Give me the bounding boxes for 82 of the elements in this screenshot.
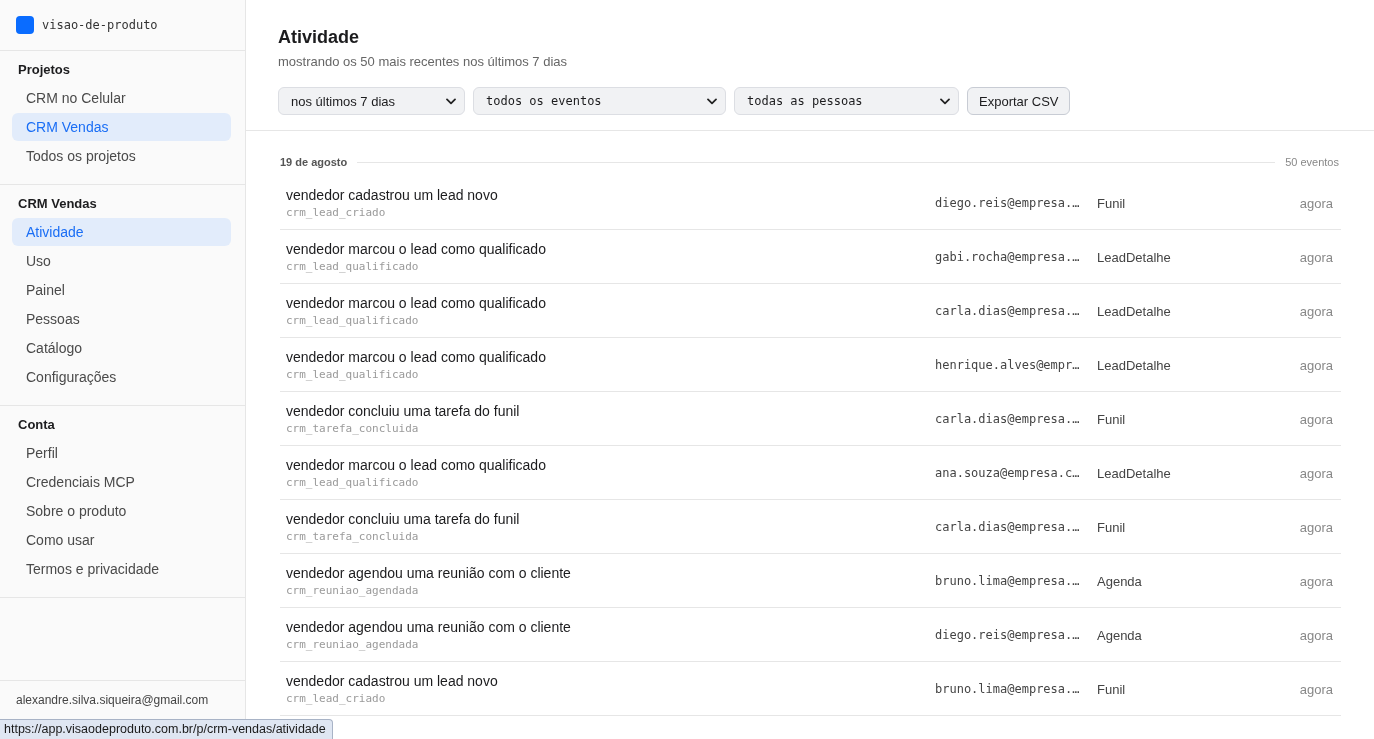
event-title: vendedor cadastrou um lead novo — [286, 186, 498, 204]
user-cell: gabi.rocha@empresa.… — [935, 250, 1080, 264]
event-title: vendedor agendou uma reunião com o cliente — [286, 618, 571, 636]
event-title: vendedor marcou o lead como qualificado — [286, 294, 546, 312]
nav-item[interactable]: Termos e privacidade — [12, 555, 231, 583]
logo-icon — [16, 16, 34, 34]
event-count: 50 eventos — [1285, 156, 1339, 168]
event-name: crm_lead_qualificado — [286, 314, 419, 328]
event-title: vendedor concluiu uma tarefa do funil — [286, 510, 520, 528]
nav-item[interactable]: Como usar — [12, 526, 231, 554]
project-name: visao-de-produto — [42, 17, 158, 33]
screen-cell: Agenda — [1097, 627, 1142, 643]
event-name: crm_reuniao_agendada — [286, 638, 419, 652]
nav-item[interactable]: Atividade — [12, 218, 231, 246]
user-cell: ana.souza@empresa.c… — [935, 466, 1080, 480]
nav-item[interactable]: Configurações — [12, 363, 231, 391]
filter-select[interactable]: todos os eventos — [473, 87, 726, 115]
filter-select[interactable]: todas as pessoas — [734, 87, 959, 115]
time-cell: agora — [1299, 573, 1333, 589]
event-name: crm_reuniao_agendada — [286, 584, 419, 598]
event-name: crm_lead_criado — [286, 206, 386, 220]
screen-cell: Funil — [1097, 195, 1126, 211]
user-cell: diego.reis@empresa.… — [935, 196, 1080, 210]
screen-cell: LeadDetalhe — [1097, 249, 1171, 265]
section-title: Conta — [17, 417, 55, 433]
nav-item[interactable]: Credenciais MCP — [12, 468, 231, 496]
time-cell: agora — [1299, 627, 1333, 643]
event-name: crm_tarefa_concluida — [286, 422, 419, 436]
nav-item[interactable]: Todos os projetos — [12, 142, 231, 170]
screen-cell: Funil — [1097, 519, 1126, 535]
event-title: vendedor agendou uma reunião com o cliente — [286, 564, 571, 582]
event-name: crm_lead_qualificado — [286, 260, 419, 274]
user-cell: henrique.alves@empr… — [935, 358, 1080, 372]
event-title: vendedor marcou o lead como qualificado — [286, 240, 546, 258]
time-cell: agora — [1299, 519, 1333, 535]
event-name: crm_lead_qualificado — [286, 476, 419, 490]
user-cell: diego.reis@empresa.… — [935, 628, 1080, 642]
link-url-tooltip: https://app.visaodeproduto.com.br/p/crm-vendas/atividade — [0, 719, 333, 739]
chevron-down-icon — [940, 97, 950, 105]
nav-item[interactable]: Uso — [12, 247, 231, 275]
event-name: crm_tarefa_concluida — [286, 530, 419, 544]
time-cell: agora — [1299, 195, 1333, 211]
event-name: crm_lead_qualificado — [286, 368, 419, 382]
chevron-down-icon — [707, 97, 717, 105]
screen-cell: LeadDetalhe — [1097, 303, 1171, 319]
user-cell: carla.dias@empresa.… — [935, 304, 1080, 318]
section-title: Projetos — [17, 62, 70, 78]
nav-item[interactable]: CRM no Celular — [12, 84, 231, 112]
section-title: CRM Vendas — [17, 196, 97, 212]
event-title: vendedor concluiu uma tarefa do funil — [286, 402, 520, 420]
time-cell: agora — [1299, 357, 1333, 373]
user-email: alexandre.silva.siqueira@gmail.com — [16, 692, 209, 708]
event-title: vendedor marcou o lead como qualificado — [286, 456, 546, 474]
user-cell: carla.dias@empresa.… — [935, 520, 1080, 534]
time-cell: agora — [1299, 465, 1333, 481]
time-cell: agora — [1299, 411, 1333, 427]
screen-cell: LeadDetalhe — [1097, 357, 1171, 373]
event-title: vendedor marcou o lead como qualificado — [286, 348, 546, 366]
nav-item[interactable]: CRM Vendas — [12, 113, 231, 141]
event-title: vendedor cadastrou um lead novo — [286, 672, 498, 690]
time-cell: agora — [1299, 681, 1333, 697]
date-heading: 19 de agosto — [280, 156, 348, 168]
page-subtitle: mostrando os 50 mais recentes nos últimos 7 dias — [278, 53, 568, 71]
filter-select[interactable]: nos últimos 7 dias — [278, 87, 465, 115]
screen-cell: Agenda — [1097, 573, 1142, 589]
page-title: Atividade — [278, 26, 360, 49]
nav-item[interactable]: Painel — [12, 276, 231, 304]
screen-cell: LeadDetalhe — [1097, 465, 1171, 481]
nav-item[interactable]: Perfil — [12, 439, 231, 467]
screen-cell: Funil — [1097, 411, 1126, 427]
screen-cell: Funil — [1097, 681, 1126, 697]
nav-item[interactable]: Pessoas — [12, 305, 231, 333]
export-button[interactable]: Exportar CSV — [967, 87, 1071, 115]
user-cell: carla.dias@empresa.… — [935, 412, 1080, 426]
chevron-down-icon — [446, 97, 456, 105]
nav-item[interactable]: Sobre o produto — [12, 497, 231, 525]
user-cell: bruno.lima@empresa.… — [935, 682, 1080, 696]
event-name: crm_lead_criado — [286, 692, 386, 706]
nav-item[interactable]: Catálogo — [12, 334, 231, 362]
time-cell: agora — [1299, 249, 1333, 265]
time-cell: agora — [1299, 303, 1333, 319]
user-cell: bruno.lima@empresa.… — [935, 574, 1080, 588]
